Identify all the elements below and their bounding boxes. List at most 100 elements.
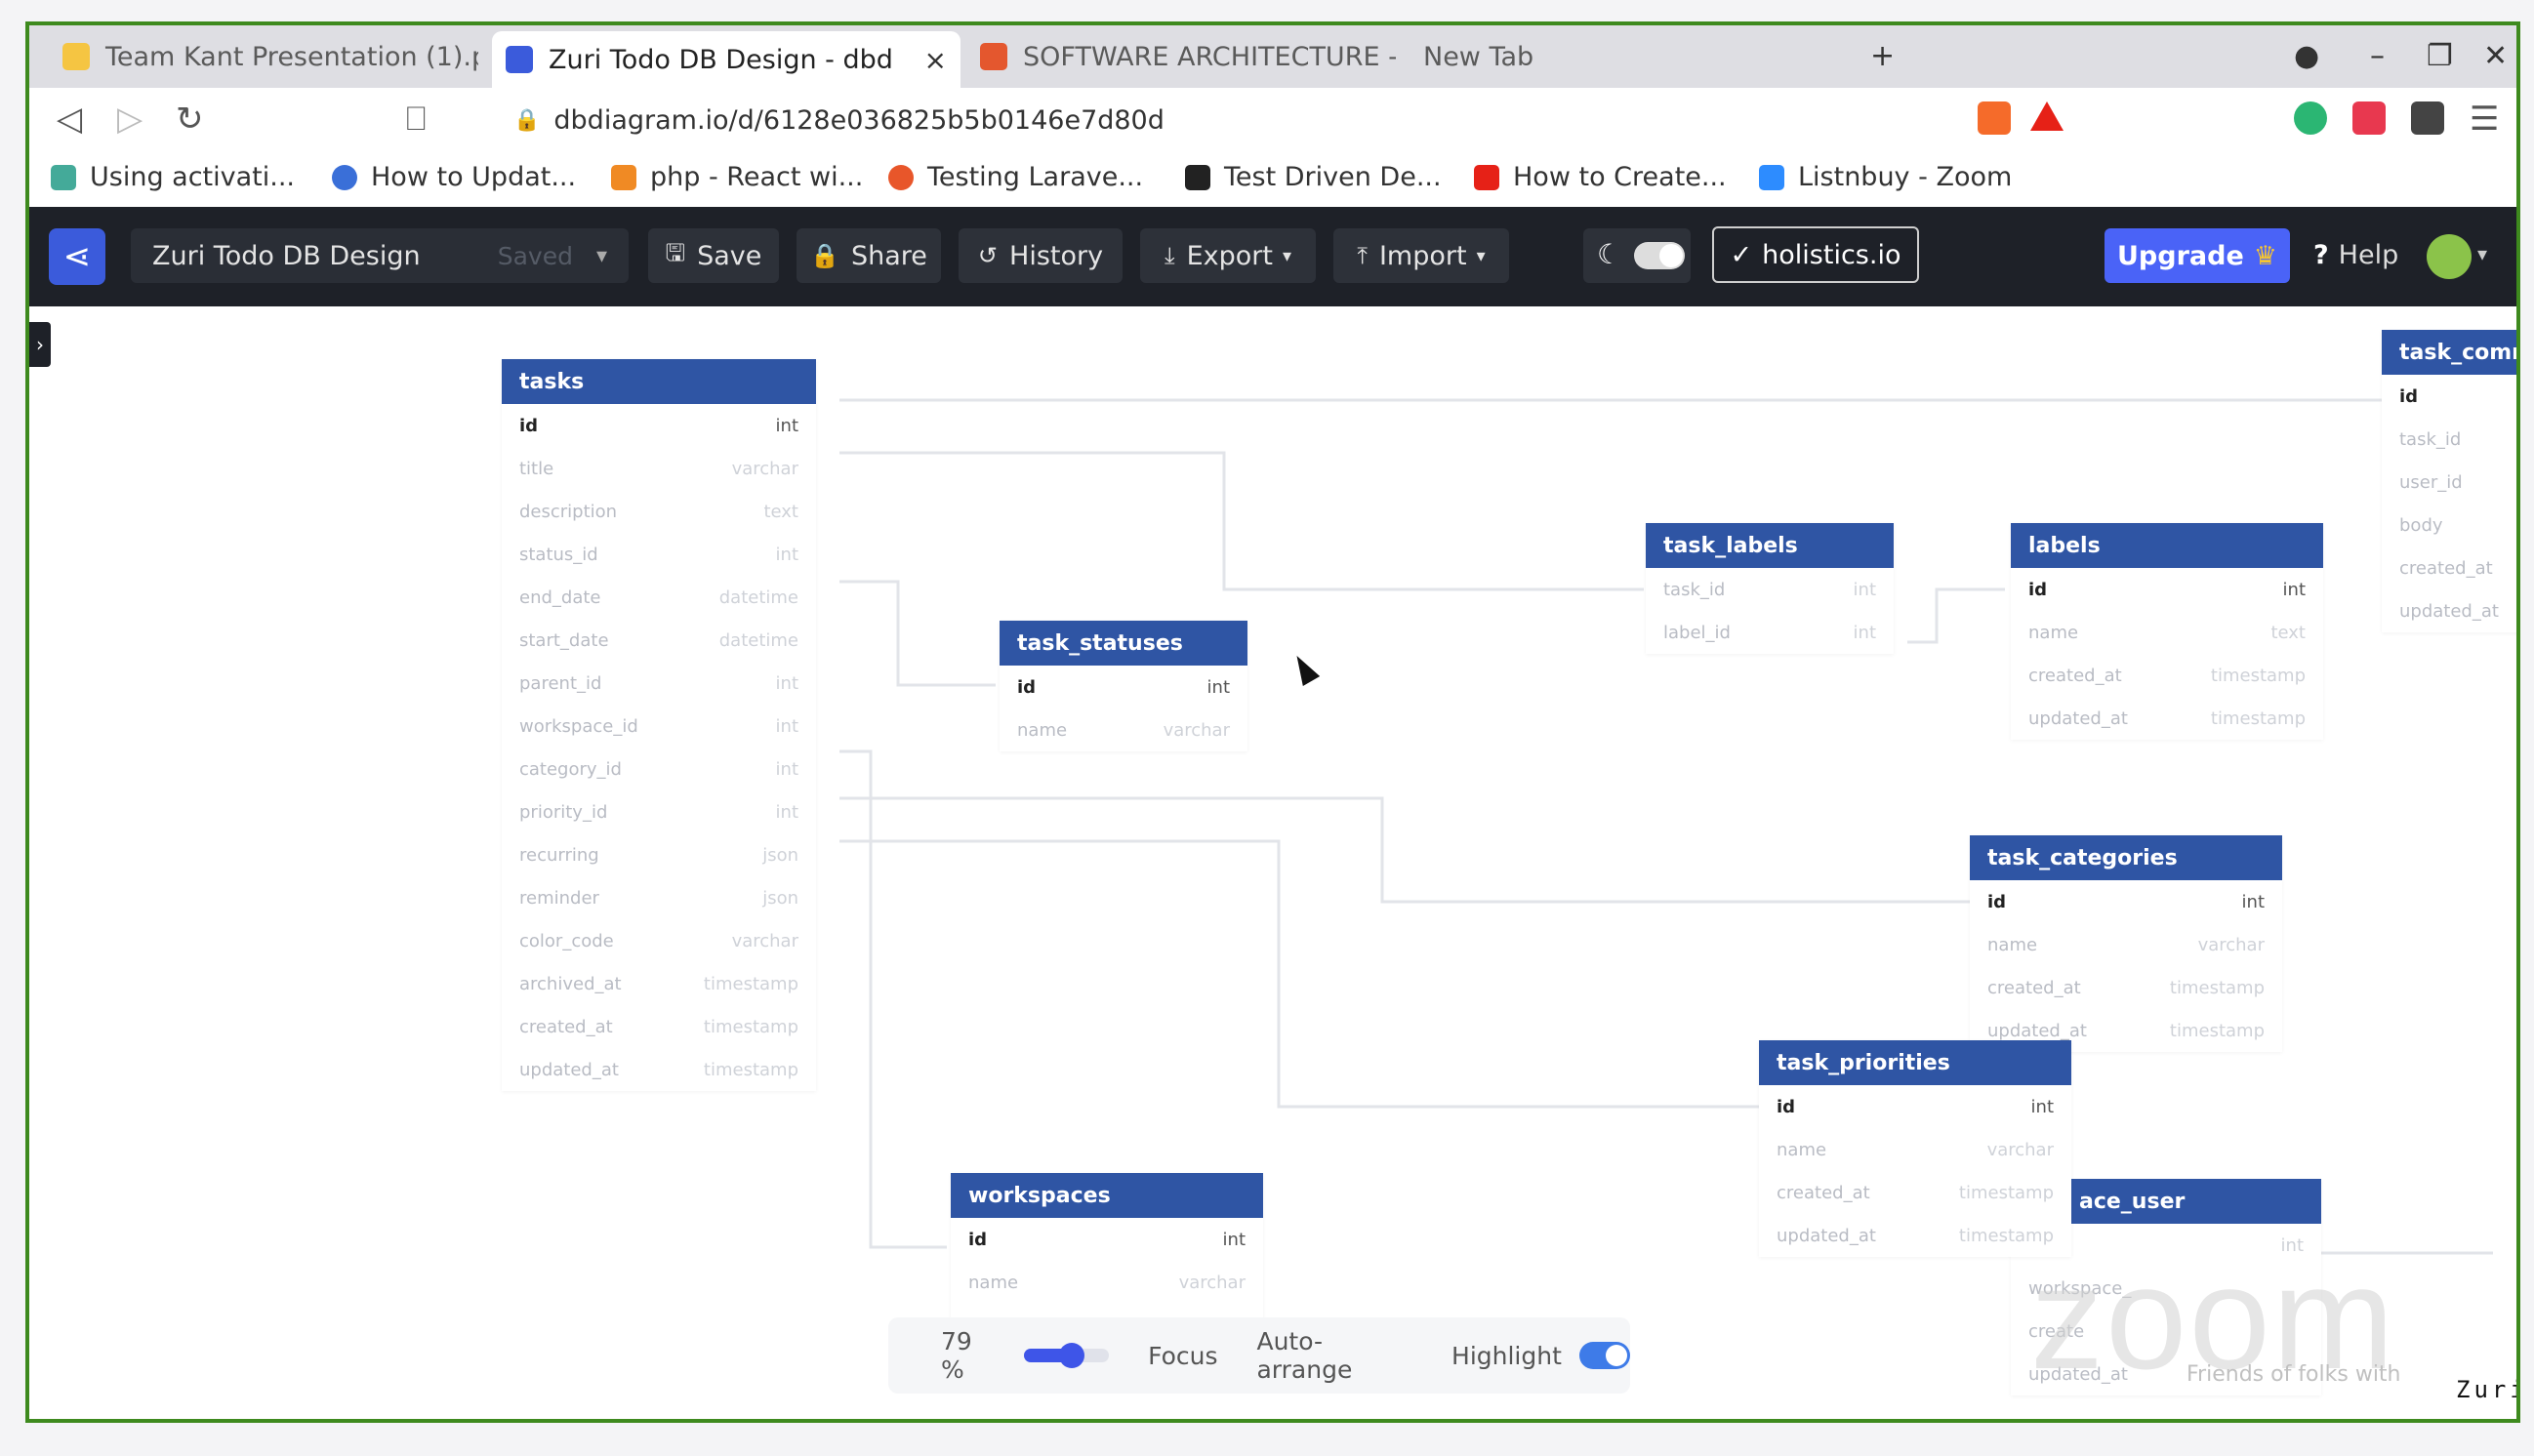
table-field[interactable]: status_id int	[502, 533, 816, 576]
table-task-priorities[interactable]: task_priorities id int name varchar create…	[1759, 1040, 2071, 1257]
close-window-icon[interactable]: ✕	[2483, 39, 2508, 73]
table-field[interactable]: start_date datetime	[502, 619, 816, 662]
table-header[interactable]: workspaces	[951, 1173, 1263, 1218]
table-field[interactable]: updated_at timestamp	[2011, 697, 2323, 740]
brave-shields-icon[interactable]	[1978, 101, 2011, 135]
table-task-labels[interactable]: task_labels task_id int label_id int	[1646, 523, 1894, 654]
tab-team-kant[interactable]: Team Kant Presentation (1).p	[49, 33, 478, 80]
table-header[interactable]: task_comme	[2382, 330, 2516, 375]
table-field[interactable]: created_at timestamp	[1970, 966, 2282, 1009]
table-field[interactable]: description text	[502, 490, 816, 533]
history-button[interactable]: ↺ History	[959, 228, 1123, 283]
table-header[interactable]: task_labels	[1646, 523, 1894, 568]
table-labels[interactable]: labels id int name text created_at timestam…	[2011, 523, 2323, 740]
table-tasks[interactable]: tasks id int title varchar description text…	[502, 359, 816, 1091]
zoom-slider-knob[interactable]	[1059, 1343, 1085, 1368]
table-task-comments[interactable]: task_comme id task_id user_id body creat…	[2382, 330, 2516, 632]
share-button[interactable]: 🔒 Share	[797, 228, 941, 283]
table-field[interactable]: created_at timestamp	[2011, 654, 2323, 697]
highlight-toggle[interactable]	[1578, 1342, 1630, 1369]
table-task-statuses[interactable]: task_statuses id int name varchar	[1000, 621, 1247, 751]
table-field[interactable]: id int	[1000, 666, 1247, 708]
table-field[interactable]: name text	[2011, 611, 2323, 654]
table-header[interactable]: labels	[2011, 523, 2323, 568]
upgrade-button[interactable]: Upgrade ♛	[2105, 228, 2290, 283]
tab-new-tab[interactable]: New Tab	[1400, 33, 1829, 80]
bookmark-item[interactable]: Listnbuy - Zoom	[1759, 162, 2012, 192]
table-field[interactable]: user_id	[2382, 461, 2516, 504]
forward-icon[interactable]: ▷	[117, 100, 143, 139]
table-field[interactable]: recurring json	[502, 833, 816, 876]
tab-software-architecture[interactable]: SOFTWARE ARCHITECTURE -	[966, 33, 1396, 80]
new-tab-button[interactable]: +	[1870, 39, 1895, 73]
restore-icon[interactable]: ❐	[2427, 39, 2453, 73]
dbdiagram-logo[interactable]: ⋖	[49, 228, 105, 285]
table-field[interactable]: label_id int	[1646, 611, 1894, 654]
table-field[interactable]: name varchar	[1970, 923, 2282, 966]
minimize-icon[interactable]: –	[2370, 39, 2385, 73]
export-button[interactable]: ⤓ Export ▾	[1140, 228, 1316, 283]
menu-icon[interactable]: ☰	[2470, 100, 2499, 139]
chevron-down-icon[interactable]: ▾	[2477, 242, 2487, 265]
table-field[interactable]: updated_at	[2382, 589, 2516, 632]
extensions-puzzle-icon[interactable]	[2411, 101, 2444, 135]
chevron-down-icon[interactable]: ▾	[596, 244, 607, 268]
table-field[interactable]: name varchar	[1759, 1128, 2071, 1171]
pocket-icon[interactable]	[2352, 101, 2386, 135]
table-header[interactable]: task_statuses	[1000, 621, 1247, 666]
url-field[interactable]: 🔒 dbdiagram.io/d/6128e036825b5b0146e7d80…	[494, 96, 2105, 144]
bookmark-item[interactable]: Testing Larave...	[888, 162, 1143, 192]
table-header[interactable]: task_categories	[1970, 835, 2282, 880]
table-field[interactable]: archived_at timestamp	[502, 962, 816, 1005]
bookmark-icon[interactable]: ⎕	[406, 100, 426, 139]
table-field[interactable]: updated_at timestamp	[502, 1048, 816, 1091]
table-field[interactable]: title varchar	[502, 447, 816, 490]
table-header[interactable]: task_priorities	[1759, 1040, 2071, 1085]
table-field[interactable]: parent_id int	[502, 662, 816, 705]
table-field[interactable]: reminder json	[502, 876, 816, 919]
import-button[interactable]: ⤒ Import ▾	[1333, 228, 1509, 283]
table-field[interactable]: body	[2382, 504, 2516, 546]
brave-rewards-icon[interactable]	[2030, 101, 2064, 131]
table-field[interactable]: id	[2382, 375, 2516, 418]
table-field[interactable]: created_at timestamp	[502, 1005, 816, 1048]
brave-menu-icon[interactable]: ●	[2294, 39, 2319, 73]
table-field[interactable]: updated_at timestamp	[1759, 1214, 2071, 1257]
table-field[interactable]: task_id	[2382, 418, 2516, 461]
table-field[interactable]: created_at timestamp	[1759, 1171, 2071, 1214]
table-field[interactable]: category_id int	[502, 748, 816, 790]
bookmark-item[interactable]: How to Create...	[1474, 162, 1727, 192]
table-task-categories[interactable]: task_categories id int name varchar create…	[1970, 835, 2282, 1052]
save-button[interactable]: 🖫 Save	[648, 228, 779, 283]
table-field[interactable]: id int	[1759, 1085, 2071, 1128]
table-field[interactable]: name varchar	[951, 1261, 1263, 1304]
bookmark-item[interactable]: Using activati...	[51, 162, 295, 192]
close-tab-icon[interactable]: ×	[924, 44, 947, 76]
table-field[interactable]: id int	[502, 404, 816, 447]
auto-arrange-button[interactable]: Auto-arrange	[1256, 1327, 1412, 1384]
table-field[interactable]: id int	[2011, 568, 2323, 611]
back-icon[interactable]: ◁	[57, 100, 82, 139]
bookmark-item[interactable]: php - React wi...	[611, 162, 863, 192]
avatar[interactable]	[2427, 234, 2472, 279]
table-field[interactable]: id int	[951, 1218, 1263, 1261]
reload-icon[interactable]: ↻	[176, 100, 204, 139]
dark-mode-toggle[interactable]: ☾	[1583, 228, 1691, 283]
project-name-field[interactable]: Zuri Todo DB Design Saved ▾	[131, 228, 629, 283]
focus-button[interactable]: Focus	[1148, 1342, 1217, 1370]
tab-zuri-todo[interactable]: Zuri Todo DB Design - dbd ×	[492, 31, 960, 88]
table-field[interactable]: end_date datetime	[502, 576, 816, 619]
extension-icon[interactable]	[2294, 101, 2327, 135]
table-field[interactable]: workspace_id int	[502, 705, 816, 748]
zoom-slider[interactable]	[1024, 1343, 1110, 1368]
bookmark-item[interactable]: How to Updat...	[332, 162, 576, 192]
table-field[interactable]: name varchar	[1000, 708, 1247, 751]
holistics-button[interactable]: ✓ holistics.io	[1712, 226, 1919, 283]
bookmark-item[interactable]: Test Driven De...	[1185, 162, 1442, 192]
table-field[interactable]: color_code varchar	[502, 919, 816, 962]
table-field[interactable]: created_at	[2382, 546, 2516, 589]
table-header[interactable]: tasks	[502, 359, 816, 404]
table-field[interactable]: id int	[1970, 880, 2282, 923]
help-button[interactable]: ? Help	[2313, 240, 2398, 270]
table-field[interactable]: task_id int	[1646, 568, 1894, 611]
